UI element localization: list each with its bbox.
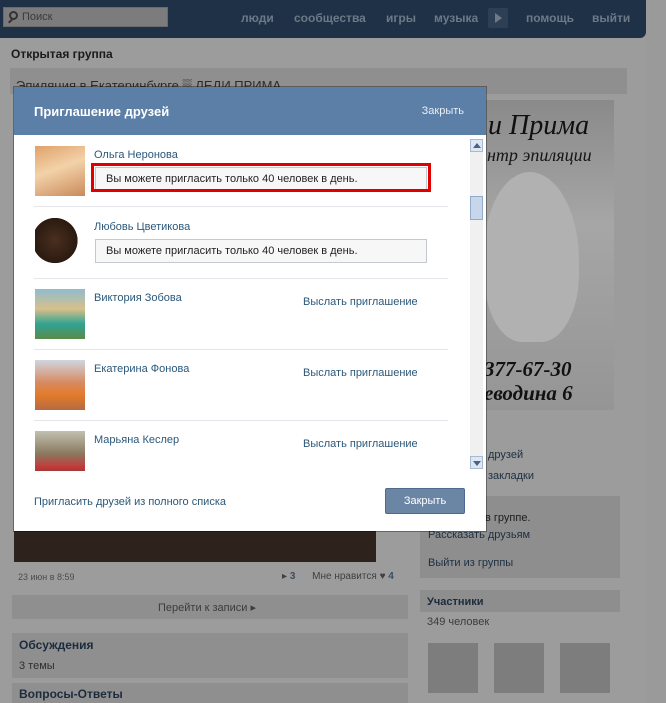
post-photo[interactable] [14, 528, 376, 562]
nav-help[interactable]: помощь [526, 11, 574, 25]
friend-avatar[interactable] [35, 289, 85, 339]
top-bar: люди сообщества игры музыка помощь выйти [0, 0, 646, 38]
list-scrollbar[interactable] [470, 139, 483, 469]
scroll-down-icon[interactable] [470, 456, 483, 469]
group-type-label: Открытая группа [11, 47, 113, 61]
friend-name[interactable]: Ольга Неронова [94, 149, 178, 161]
discussions-count: 3 темы [19, 660, 55, 672]
nav-games[interactable]: игры [386, 11, 416, 25]
send-invite-link[interactable]: Выслать приглашение [303, 438, 418, 450]
leave-group-link[interactable]: Выйти из группы [428, 557, 513, 569]
discussions-title[interactable]: Обсуждения [19, 638, 94, 652]
scrollbar-thumb[interactable] [470, 196, 483, 220]
members-count: 349 человек [427, 616, 490, 628]
like-count: 4 [388, 571, 394, 582]
friend-avatar[interactable] [35, 431, 85, 471]
share-icon[interactable]: ▸ [282, 571, 287, 582]
friend-avatar[interactable] [35, 360, 85, 410]
friend-row: Екатерина Фонова Выслать приглашение [34, 349, 448, 421]
search-input[interactable] [22, 8, 162, 26]
nav-logout[interactable]: выйти [592, 11, 630, 25]
friend-name[interactable]: Марьяна Кеслер [94, 434, 179, 446]
share-count: 3 [289, 571, 296, 582]
arrow-right-icon: ▸ [250, 602, 257, 614]
member-avatar[interactable] [494, 643, 544, 693]
dialog-title: Приглашение друзей [34, 104, 170, 119]
banner-phone: 377-67-30 [484, 357, 572, 381]
friends-list: Ольга Неронова Вы можете пригласить толь… [34, 135, 448, 471]
post-date[interactable]: 23 июн в 8:59 [18, 572, 75, 582]
invite-from-full-list-link[interactable]: Пригласить друзей из полного списка [34, 496, 226, 508]
friend-avatar[interactable] [35, 218, 85, 268]
member-avatar[interactable] [428, 643, 478, 693]
invite-friends-link[interactable]: друзей [488, 449, 523, 461]
like-label[interactable]: Мне нравится [312, 571, 377, 582]
friend-row: Ольга Неронова Вы можете пригласить толь… [34, 135, 448, 207]
invite-friends-dialog: Приглашение друзей Закрыть Ольга Неронов… [14, 87, 486, 531]
add-bookmarks-link[interactable]: закладки [488, 470, 534, 482]
members-title[interactable]: Участники [427, 596, 484, 608]
friend-row: Любовь Цветикова Вы можете пригласить то… [34, 207, 448, 279]
nav-people[interactable]: люди [241, 11, 274, 25]
invite-limit-message: Вы можете пригласить только 40 человек в… [91, 163, 431, 192]
search-box[interactable] [3, 7, 168, 27]
nav-communities[interactable]: сообщества [294, 11, 366, 25]
friend-name[interactable]: Любовь Цветикова [94, 221, 190, 233]
nav-music[interactable]: музыка [434, 11, 478, 25]
heart-icon[interactable]: ♥ [380, 571, 386, 582]
qa-title[interactable]: Вопросы-Ответы [19, 687, 123, 701]
close-button[interactable]: Закрыть [385, 488, 465, 514]
send-invite-link[interactable]: Выслать приглашение [303, 367, 418, 379]
play-icon[interactable] [488, 8, 508, 28]
post-meta: ▸ 3 Мне нравится ♥ 4 [282, 571, 394, 582]
send-invite-link[interactable]: Выслать приглашение [303, 296, 418, 308]
header-close-link[interactable]: Закрыть [422, 105, 464, 117]
friend-row: Виктория Зобова Выслать приглашение [34, 278, 448, 350]
dialog-header: Приглашение друзей Закрыть [14, 87, 486, 135]
banner-portrait [484, 172, 579, 342]
highlight-annotation [91, 163, 431, 192]
scroll-up-icon[interactable] [470, 139, 483, 152]
friend-row: Марьяна Кеслер Выслать приглашение [34, 420, 448, 471]
friend-name[interactable]: Екатерина Фонова [94, 363, 189, 375]
banner-address: еводина 6 [484, 381, 573, 405]
dialog-footer: Пригласить друзей из полного списка Закр… [14, 471, 486, 531]
goto-post-link[interactable]: Перейти к записи ▸ [158, 601, 256, 614]
invite-limit-message: Вы можете пригласить только 40 человек в… [95, 239, 427, 263]
friend-name[interactable]: Виктория Зобова [94, 292, 182, 304]
member-avatar[interactable] [560, 643, 610, 693]
banner-subtitle: нтр эпиляции [487, 145, 592, 165]
friend-avatar[interactable] [35, 146, 85, 196]
search-icon [9, 11, 18, 20]
banner-title: и Прима [488, 110, 590, 141]
membership-status: в группе. [485, 512, 531, 524]
